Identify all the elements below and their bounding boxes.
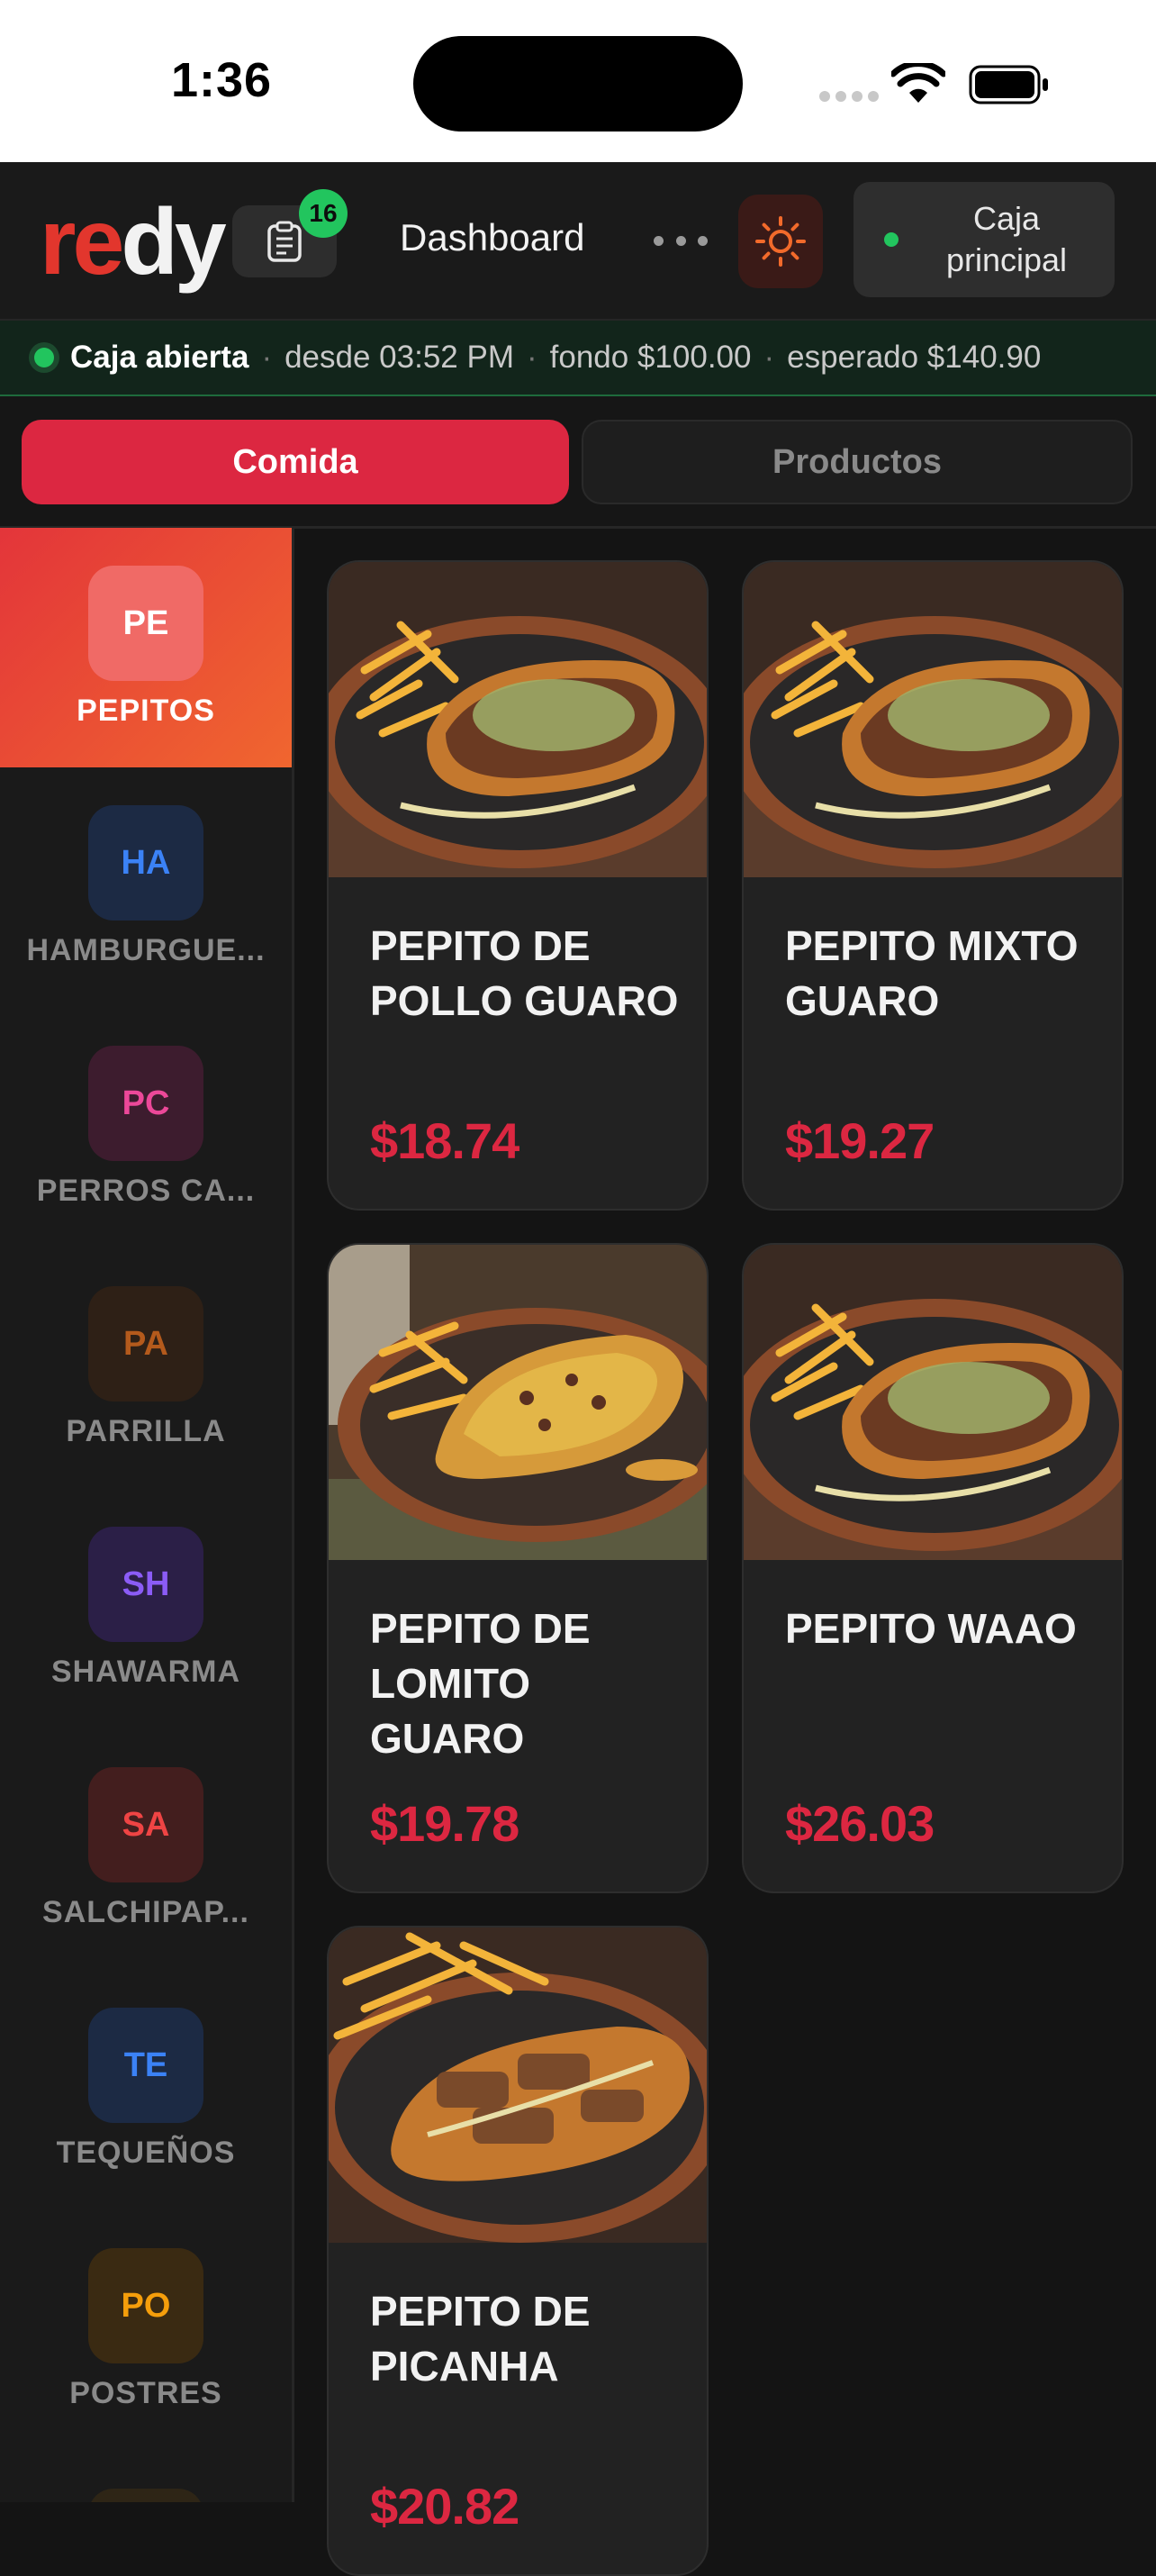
category-label: HAMBURGUE... xyxy=(26,933,266,967)
product-image xyxy=(329,562,707,877)
register-status-dot xyxy=(884,232,899,247)
category-item-parrilla[interactable]: PA PARRILLA xyxy=(0,1248,292,1488)
product-card[interactable]: PEPITO DE LOMITO GUARO $19.78 xyxy=(327,1243,709,1893)
product-card[interactable]: PEPITO DE POLLO GUARO $18.74 xyxy=(327,560,709,1211)
product-image xyxy=(744,1245,1122,1560)
category-item-pepitos[interactable]: PE PEPITOS xyxy=(0,528,292,767)
category-badge: SH xyxy=(88,1527,203,1642)
register-name: Caja principal xyxy=(945,200,1068,278)
dynamic-island xyxy=(413,36,743,132)
menu-tabs: Comida Productos xyxy=(0,396,1156,529)
product-card[interactable]: PEPITO WAAO $26.03 xyxy=(742,1243,1124,1893)
dashboard-link[interactable]: Dashboard xyxy=(400,216,584,259)
separator: · xyxy=(261,340,273,375)
category-label: POSTRES xyxy=(69,2376,222,2410)
product-image xyxy=(329,1927,707,2243)
product-card[interactable]: PEPITO MIXTO GUARO $19.27 xyxy=(742,560,1124,1211)
product-price: $19.27 xyxy=(785,1112,935,1169)
product-name: PEPITO DE PICANHA xyxy=(370,2288,591,2390)
system-status-bar: 1:36 xyxy=(0,0,1156,162)
separator: · xyxy=(527,340,537,375)
product-price: $19.78 xyxy=(370,1795,519,1852)
more-options-icon[interactable] xyxy=(654,218,708,263)
category-label: PERROS CA... xyxy=(36,1174,256,1208)
category-label: PEPITOS xyxy=(77,694,215,728)
product-image xyxy=(329,1245,707,1560)
expected-amount: esperado $140.90 xyxy=(787,340,1042,375)
product-price: $18.74 xyxy=(370,1112,519,1169)
category-item-shawarma[interactable]: SH SHAWARMA xyxy=(0,1489,292,1728)
cash-status: Caja abierta xyxy=(70,340,249,375)
category-badge xyxy=(88,2489,203,2502)
sun-icon xyxy=(755,216,806,267)
product-price: $20.82 xyxy=(370,2478,519,2535)
category-label: PARRILLA xyxy=(66,1414,226,1448)
clipboard-icon xyxy=(267,221,302,262)
category-item-postres[interactable]: PO POSTRES xyxy=(0,2210,292,2450)
category-item-partial[interactable] xyxy=(0,2451,292,2502)
product-card[interactable]: PEPITO DE PICANHA $20.82 xyxy=(327,1926,709,2576)
cash-session-banner: Caja abierta · desde 03:52 PM · fondo $1… xyxy=(0,321,1156,397)
separator: · xyxy=(763,340,775,375)
category-item-tequenos[interactable]: TE TEQUEÑOS xyxy=(0,1970,292,2209)
product-name: PEPITO DE POLLO GUARO xyxy=(370,922,679,1024)
clock: 1:36 xyxy=(171,53,273,107)
category-label: SHAWARMA xyxy=(50,1655,241,1689)
category-badge: PA xyxy=(88,1286,203,1401)
product-image xyxy=(744,562,1122,877)
opened-since: desde 03:52 PM xyxy=(284,340,514,375)
app-logo[interactable]: redy xyxy=(40,193,227,292)
orders-count-badge: 16 xyxy=(299,189,348,238)
battery-icon xyxy=(969,65,1048,104)
category-label: TEQUEÑOS xyxy=(56,2136,236,2170)
category-badge: PO xyxy=(88,2248,203,2363)
cash-register-selector[interactable]: Caja principal xyxy=(853,182,1115,297)
category-item-salchipapas[interactable]: SA SALCHIPAP... xyxy=(0,1729,292,1969)
category-badge: TE xyxy=(88,2008,203,2123)
category-badge: SA xyxy=(88,1767,203,1882)
app-header: redy 16 Dashboard Caja principal xyxy=(0,162,1156,321)
cellular-signal-icon xyxy=(819,90,884,106)
product-price: $26.03 xyxy=(785,1795,935,1852)
category-badge: HA xyxy=(88,805,203,921)
product-name: PEPITO MIXTO GUARO xyxy=(785,922,1079,1024)
category-item-perros-calientes[interactable]: PC PERROS CA... xyxy=(0,1008,292,1247)
product-name: PEPITO DE LOMITO GUARO xyxy=(370,1605,591,1762)
tab-comida[interactable]: Comida xyxy=(22,420,569,504)
category-label: SALCHIPAP... xyxy=(42,1895,249,1929)
category-badge: PE xyxy=(88,566,203,681)
tab-productos[interactable]: Productos xyxy=(582,420,1133,504)
open-status-dot xyxy=(34,348,54,367)
theme-toggle-button[interactable] xyxy=(738,195,823,288)
opening-fund: fondo $100.00 xyxy=(549,340,752,375)
category-badge: PC xyxy=(88,1046,203,1161)
wifi-icon xyxy=(891,63,945,103)
category-item-hamburguesas[interactable]: HA HAMBURGUE... xyxy=(0,767,292,1007)
category-sidebar: PE PEPITOS HA HAMBURGUE... PC PERROS CA.… xyxy=(0,528,294,2502)
product-name: PEPITO WAAO xyxy=(785,1605,1077,1652)
